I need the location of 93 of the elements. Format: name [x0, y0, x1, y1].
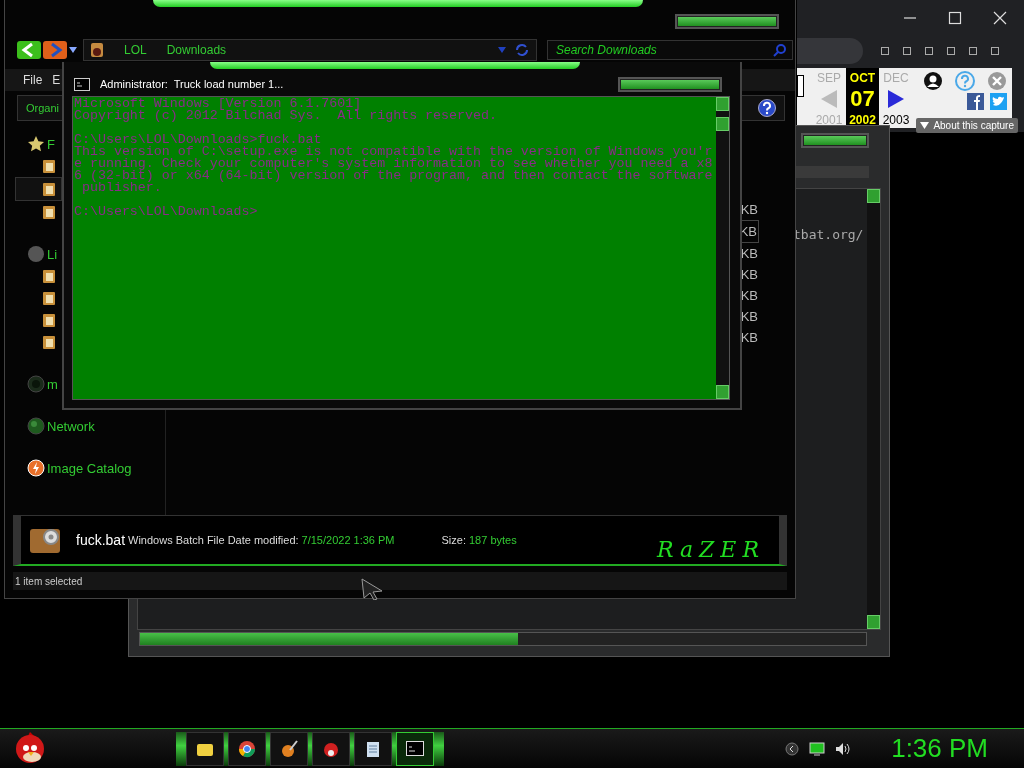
breadcrumb[interactable]: LOL — [124, 43, 147, 57]
year-link[interactable]: 2003 — [882, 113, 910, 127]
date-value: 7/15/2022 1:36 PM — [301, 534, 395, 546]
lightning-icon — [27, 459, 45, 477]
sidebar-item[interactable]: Li — [5, 243, 58, 265]
taskbar-button[interactable] — [228, 731, 266, 766]
paint-brush-icon — [280, 739, 298, 758]
window-title: Administrator: Truck load number 1... — [100, 78, 284, 90]
browser-icon — [238, 739, 256, 758]
refresh-icon[interactable] — [514, 43, 530, 57]
scroll-thumb[interactable] — [140, 633, 518, 645]
search-field[interactable]: Search Downloads — [547, 40, 793, 60]
folder-icon — [90, 42, 104, 58]
size-cell[interactable]: KB — [739, 199, 759, 220]
console-line: Copyright (c) 2012 Bilchad Sys. All rights reserved. — [74, 110, 498, 122]
folder-icon — [41, 181, 57, 197]
folder-icon — [41, 312, 57, 328]
folder-icon — [41, 334, 57, 350]
sidebar-item[interactable]: Image Catalog — [5, 457, 132, 479]
horizontal-scrollbar[interactable] — [139, 632, 867, 646]
console-line: publisher. — [80, 182, 163, 194]
maximize-icon[interactable] — [948, 11, 962, 25]
taskbar-button[interactable] — [270, 731, 308, 766]
size-cell[interactable]: KB — [739, 285, 759, 306]
brand-logo: RaZER — [656, 537, 765, 562]
orb-icon — [27, 375, 45, 393]
clock[interactable]: 1:36 PM — [891, 733, 988, 764]
taskbar-button[interactable] — [354, 731, 392, 766]
extension-icon[interactable] — [881, 47, 889, 55]
sidebar-item[interactable]: Network — [5, 415, 95, 437]
console-line: Microsoft Windows [Version 6.1.7601] — [74, 98, 363, 110]
scroll-thumb[interactable] — [716, 117, 729, 131]
chevron-icon[interactable] — [785, 741, 800, 756]
month-link[interactable]: OCT — [849, 71, 876, 85]
menu-item[interactable]: File — [23, 73, 43, 87]
sidebar-item[interactable] — [15, 177, 62, 201]
address-bar[interactable]: LOL Downloads — [83, 39, 537, 61]
organize-button[interactable]: Organi — [26, 102, 60, 114]
facebook-icon[interactable] — [967, 93, 984, 110]
extension-icon[interactable] — [991, 47, 999, 55]
console-icon — [74, 77, 90, 91]
disc-icon — [27, 245, 45, 263]
monitor-icon[interactable] — [809, 741, 826, 756]
console-line: C:\Users\LOL\Downloads> — [74, 206, 259, 218]
star-icon — [27, 135, 45, 153]
url-field[interactable] — [797, 75, 804, 97]
close-icon[interactable] — [993, 11, 1007, 25]
console-line: e running. Check your computer's system information to see whether you need a x8 — [74, 158, 714, 170]
day-number: 07 — [850, 88, 875, 110]
extension-icon[interactable] — [947, 47, 955, 55]
console-line: C:\Users\LOL\Downloads>fuck.bat — [74, 134, 323, 146]
extension-icon[interactable] — [969, 47, 977, 55]
size-label: Size: — [441, 534, 466, 546]
console-icon — [406, 740, 424, 757]
folder-icon — [41, 204, 57, 220]
vertical-scrollbar[interactable] — [716, 97, 729, 399]
status-text: 1 item selected — [15, 575, 83, 587]
file-type: Windows Batch File — [128, 534, 225, 546]
console-line: 6 (32-bit) or x64 (64-bit) version of the program, and then contact the software — [74, 170, 714, 182]
sidebar-item[interactable]: F — [5, 133, 55, 155]
user-icon[interactable] — [923, 71, 943, 91]
taskbar-button[interactable] — [312, 731, 350, 766]
menu-item[interactable]: E — [52, 73, 61, 87]
help-icon[interactable] — [758, 99, 776, 117]
year-link[interactable]: 2002 — [849, 113, 876, 127]
globe-icon — [27, 417, 45, 435]
size-cell[interactable]: KB — [739, 264, 759, 285]
extension-icon[interactable] — [925, 47, 933, 55]
about-capture-button[interactable]: About this capture — [916, 118, 1018, 133]
size-value: 187 bytes — [469, 534, 517, 546]
size-cell[interactable]: KB — [739, 243, 759, 264]
folder-icon — [41, 290, 57, 306]
taskbar-button[interactable] — [396, 731, 434, 766]
date-label: Date modified: — [227, 534, 299, 546]
breadcrumb[interactable]: Downloads — [166, 43, 227, 57]
caret-icon — [920, 122, 930, 129]
speaker-icon[interactable] — [835, 741, 852, 756]
folder-icon — [41, 268, 57, 284]
window-controls[interactable] — [675, 14, 779, 29]
size-cell[interactable]: KB — [739, 327, 759, 348]
twitter-icon[interactable] — [990, 93, 1007, 110]
size-cell[interactable]: KB — [739, 306, 759, 327]
file-name: fuck.bat — [76, 532, 126, 548]
window-controls[interactable] — [801, 132, 869, 148]
taskbar-button[interactable] — [186, 731, 224, 766]
console-line: This version of C:\setup.exe is not compatible with the version of Windows you'r — [74, 146, 714, 158]
next-arrow-icon[interactable] — [887, 89, 905, 109]
extension-icon[interactable] — [903, 47, 911, 55]
notepad-icon — [364, 739, 382, 758]
sidebar-item[interactable]: m — [5, 373, 58, 395]
window-controls[interactable] — [618, 76, 722, 92]
dropdown-icon[interactable] — [69, 47, 77, 53]
folder-icon — [41, 158, 57, 174]
